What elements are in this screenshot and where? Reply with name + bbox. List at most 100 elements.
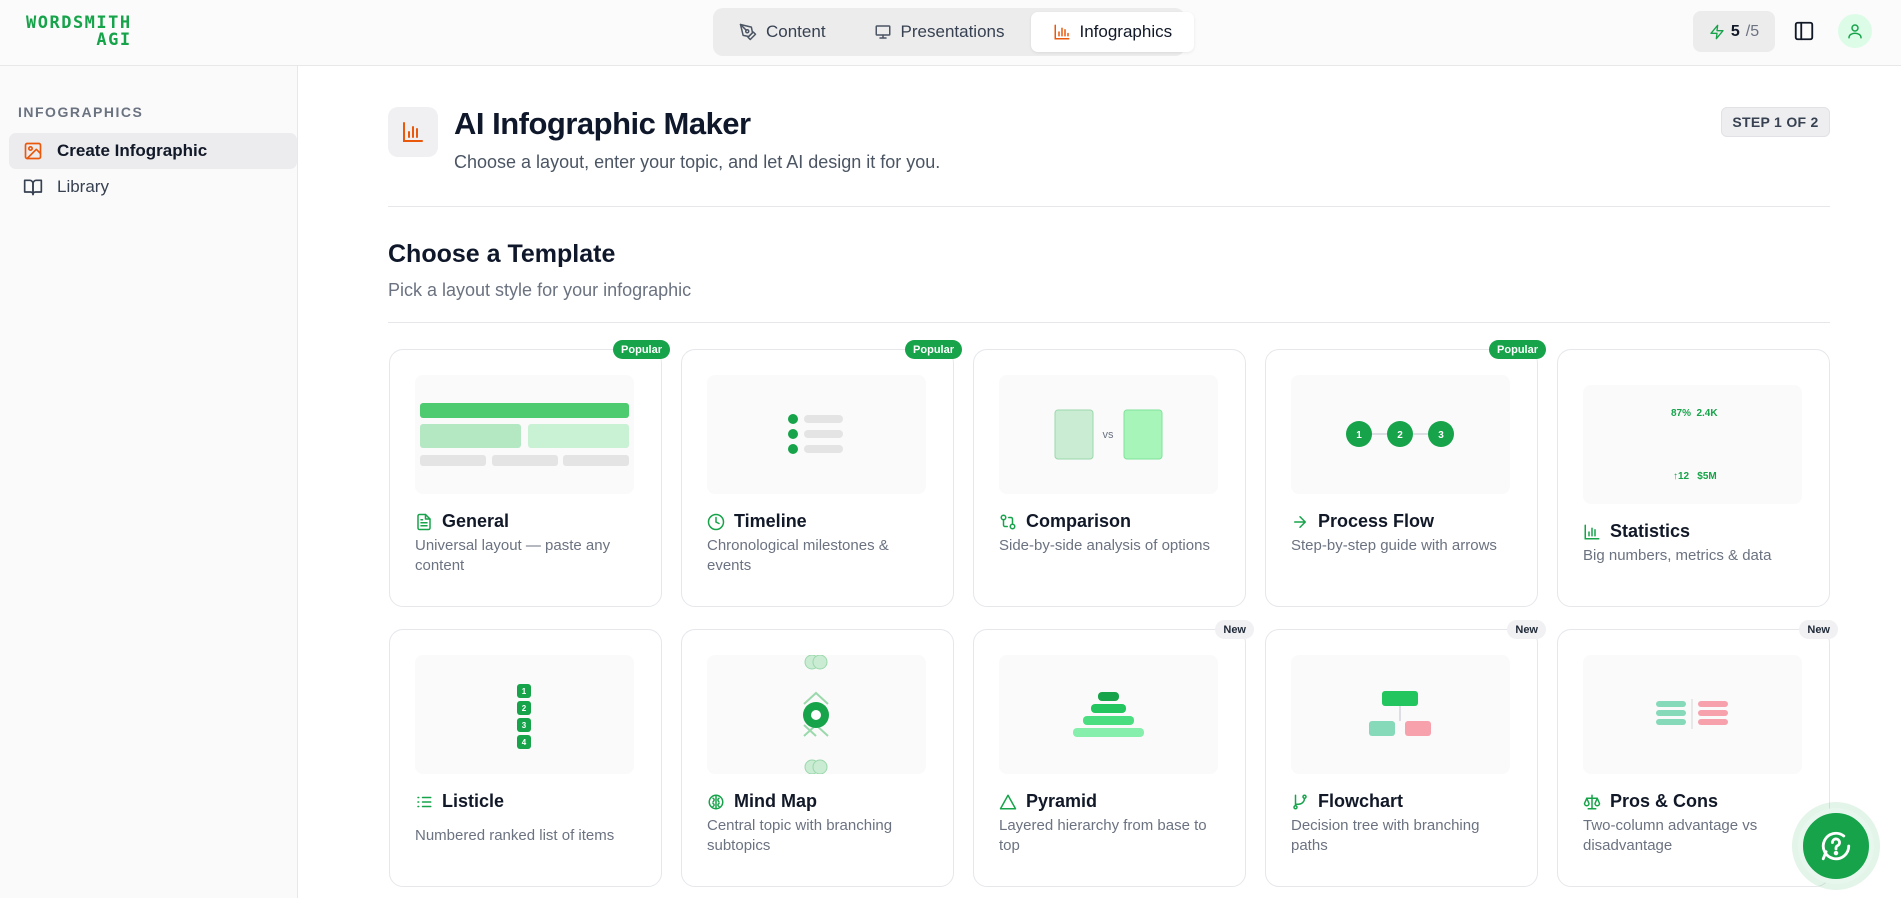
app-logo[interactable]: WORDSMITH AGI xyxy=(26,15,132,49)
arrow-right-icon xyxy=(1294,515,1306,528)
template-title: Mind Map xyxy=(707,791,817,812)
new-badge: New xyxy=(1215,620,1254,639)
template-card-timeline[interactable]: Popular Timeline Chronological milestone… xyxy=(681,340,962,607)
template-card-general[interactable]: Popular General Universal layout — paste… xyxy=(389,340,670,607)
user-avatar-button[interactable] xyxy=(1838,14,1872,48)
main-content: AI Infographic Maker Choose a layout, en… xyxy=(299,66,1901,898)
comparison-vs-label: vs xyxy=(1103,429,1115,441)
help-chat-button[interactable] xyxy=(1798,808,1874,884)
template-card-comparison[interactable]: vs Comparison Side-by-side analysis of o… xyxy=(973,349,1246,607)
page-title: AI Infographic Maker xyxy=(454,106,751,141)
mode-tabs: Content Presentations Infographics xyxy=(713,8,1195,56)
new-badge: New xyxy=(1507,620,1546,639)
template-title-text: Listicle xyxy=(442,791,505,811)
template-title: Pyramid xyxy=(999,791,1097,812)
template-title-text: Mind Map xyxy=(734,791,817,811)
template-preview: 1 2 3 xyxy=(1291,375,1510,494)
template-card-pros-cons[interactable]: New Pros & Cons Two-column advantage vs … xyxy=(1557,620,1838,887)
template-card-pyramid[interactable]: New Pyramid Layered hierarchy from base … xyxy=(973,620,1254,887)
tab-content-label: Content xyxy=(766,22,826,41)
template-title-text: Comparison xyxy=(1026,511,1132,531)
credits-total: /5 xyxy=(1745,22,1760,40)
user-icon xyxy=(1848,24,1862,39)
template-title-text: Pros & Cons xyxy=(1610,791,1719,811)
tab-infographics-label: Infographics xyxy=(1079,22,1173,41)
template-preview: 1 2 3 4 xyxy=(415,655,634,774)
template-title-text: Statistics xyxy=(1610,521,1691,541)
template-description: Big numbers, metrics & data xyxy=(1583,547,1772,564)
list-number: 2 xyxy=(522,704,527,713)
template-title: Statistics xyxy=(1583,521,1690,542)
header-icon-box xyxy=(388,107,438,157)
compare-icon xyxy=(1000,514,1016,529)
sidebar-item-library[interactable]: Library xyxy=(9,169,297,205)
triangle-icon xyxy=(999,794,1017,809)
template-preview: vs xyxy=(999,375,1218,494)
template-description: Two-column advantage vs disadvantage xyxy=(1583,817,1758,854)
template-title-text: Flowchart xyxy=(1318,791,1404,811)
sidebar-heading: INFOGRAPHICS xyxy=(18,104,144,120)
template-title: Pros & Cons xyxy=(1583,791,1718,812)
template-card-flowchart[interactable]: New Flowchart Decision tree with branchi… xyxy=(1265,620,1546,887)
stat-value: 2.4K xyxy=(1696,408,1718,419)
section-title: Choose a Template xyxy=(388,240,616,268)
template-description: Numbered ranked list of items xyxy=(415,827,615,844)
image-icon xyxy=(24,142,42,160)
template-card-mind-map[interactable]: Mind Map Central topic with branching su… xyxy=(681,629,954,887)
list-number: 4 xyxy=(522,738,527,747)
flowchart-preview-graphic xyxy=(1369,691,1431,736)
template-title: Timeline xyxy=(707,511,807,532)
general-preview-graphic xyxy=(420,403,629,466)
presentation-icon xyxy=(875,25,891,39)
divider xyxy=(388,322,1830,323)
bar-chart-icon xyxy=(1584,524,1600,539)
template-description: Central topic with branching subtopics xyxy=(707,817,893,854)
template-preview xyxy=(1583,655,1802,774)
divider xyxy=(388,206,1830,207)
timeline-preview-graphic xyxy=(788,414,843,454)
tab-infographics[interactable]: Infographics xyxy=(1030,12,1195,52)
sidebar-item-label: Create Infographic xyxy=(57,141,208,160)
new-badge: New xyxy=(1799,620,1838,639)
git-branch-icon xyxy=(1293,794,1307,809)
list-number: 1 xyxy=(522,687,527,696)
template-description: Decision tree with branching paths xyxy=(1291,817,1480,854)
tab-content[interactable]: Content xyxy=(717,12,848,52)
template-description: Layered hierarchy from base to top xyxy=(999,817,1207,854)
sidebar-item-label: Library xyxy=(57,177,109,196)
template-card-listicle[interactable]: 1 2 3 4 Listicle Numbered ranked list of… xyxy=(389,629,662,887)
template-preview: 87% 2.4K ↑12 $5M xyxy=(1583,385,1802,504)
lightning-icon xyxy=(1710,24,1724,39)
template-card-statistics[interactable]: 87% 2.4K ↑12 $5M Statistics Big numbers,… xyxy=(1557,349,1830,607)
template-card-process-flow[interactable]: Popular 1 2 3 Process Flow Step-by-step … xyxy=(1265,340,1546,607)
statistics-preview-graphic: 87% 2.4K ↑12 $5M xyxy=(1671,408,1718,482)
top-bar: WORDSMITH AGI Content Presentations Info… xyxy=(0,0,1901,66)
template-description: Universal layout — paste any content xyxy=(415,537,611,574)
list-number: 3 xyxy=(522,721,527,730)
template-title: Comparison xyxy=(999,511,1131,532)
tab-presentations[interactable]: Presentations xyxy=(852,12,1027,52)
section-subtitle: Pick a layout style for your infographic xyxy=(388,280,692,300)
sidebar-toggle-icon[interactable] xyxy=(1793,20,1815,42)
sidebar-item-create-infographic[interactable]: Create Infographic xyxy=(9,133,297,169)
help-chat-icon xyxy=(1821,831,1851,861)
stat-value: ↑12 xyxy=(1673,471,1690,482)
listicle-preview-graphic: 1 2 3 4 xyxy=(517,684,531,749)
template-title: Listicle xyxy=(415,791,504,812)
list-icon xyxy=(417,796,432,807)
template-description: Step-by-step guide with arrows xyxy=(1291,537,1497,554)
popular-badge: Popular xyxy=(905,340,962,359)
step-number: 2 xyxy=(1397,430,1403,441)
template-preview xyxy=(707,375,926,494)
template-preview xyxy=(999,655,1218,774)
bar-chart-icon xyxy=(1054,24,1069,40)
clock-icon xyxy=(707,513,725,530)
popular-badge: Popular xyxy=(613,340,670,359)
credits-badge[interactable]: 5 /5 xyxy=(1693,11,1775,52)
comparison-preview-graphic: vs xyxy=(1054,409,1163,460)
page-subtitle: Choose a layout, enter your topic, and l… xyxy=(454,152,941,172)
pros-cons-preview-graphic xyxy=(1656,699,1728,729)
step-number: 3 xyxy=(1438,430,1444,441)
step-number: 1 xyxy=(1356,430,1362,441)
template-title: Process Flow xyxy=(1291,511,1434,532)
